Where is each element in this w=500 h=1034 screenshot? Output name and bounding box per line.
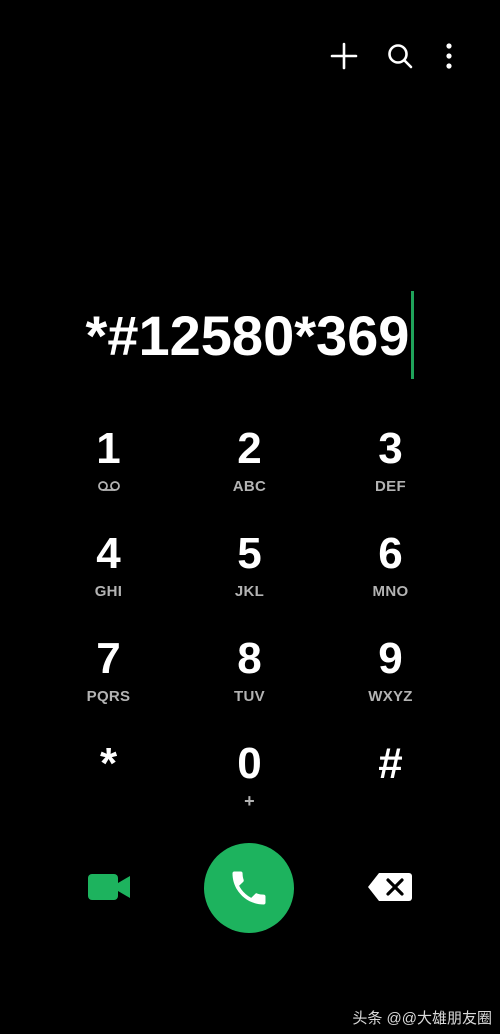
- key-7[interactable]: 7 PQRS: [38, 630, 179, 735]
- key-digit: 4: [96, 529, 121, 578]
- add-icon: [330, 42, 358, 70]
- key-letters: DEF: [375, 477, 406, 495]
- key-letters: GHI: [94, 582, 123, 600]
- key-letters: JKL: [234, 582, 265, 600]
- key-2[interactable]: 2 ABC: [179, 420, 320, 525]
- action-row: [0, 840, 500, 934]
- key-digit: 1: [96, 424, 121, 473]
- text-cursor: [411, 291, 415, 379]
- key-4[interactable]: 4 GHI: [38, 525, 179, 630]
- key-digit: 6: [378, 529, 403, 578]
- backspace-button[interactable]: [364, 867, 416, 907]
- phone-icon: [232, 871, 266, 905]
- dialed-number: *#12580*369: [85, 303, 410, 367]
- voicemail-icon: [97, 477, 121, 495]
- add-button[interactable]: [326, 38, 362, 74]
- dial-keypad: 1 2 ABC 3 DEF 4 GHI 5 JKL 6 MNO 7 PQRS 8…: [38, 420, 462, 840]
- key-digit: 0: [237, 739, 262, 788]
- more-options-button[interactable]: [431, 38, 467, 74]
- call-button[interactable]: [204, 843, 294, 933]
- backspace-icon: [368, 873, 412, 901]
- key-1[interactable]: 1: [38, 420, 179, 525]
- video-call-icon: [88, 874, 130, 900]
- key-digit: 7: [96, 634, 121, 683]
- key-digit: 5: [237, 529, 262, 578]
- number-display[interactable]: *#12580*369: [0, 291, 500, 379]
- key-star[interactable]: *: [38, 735, 179, 840]
- key-letters: ABC: [232, 477, 267, 495]
- key-letters: TUV: [234, 687, 265, 705]
- watermark: 头条 @@大雄朋友圈: [352, 1010, 492, 1027]
- video-call-button[interactable]: [84, 867, 134, 907]
- key-8[interactable]: 8 TUV: [179, 630, 320, 735]
- key-digit: 2: [237, 424, 262, 473]
- key-5[interactable]: 5 JKL: [179, 525, 320, 630]
- more-icon: [446, 43, 452, 69]
- key-letters: +: [244, 790, 255, 811]
- key-hash[interactable]: #: [320, 735, 461, 840]
- search-button[interactable]: [382, 38, 418, 74]
- search-icon: [388, 44, 413, 69]
- key-letters: WXYZ: [368, 687, 413, 705]
- key-0[interactable]: 0 +: [179, 735, 320, 840]
- key-6[interactable]: 6 MNO: [320, 525, 461, 630]
- key-digit: #: [378, 739, 403, 788]
- key-9[interactable]: 9 WXYZ: [320, 630, 461, 735]
- key-3[interactable]: 3 DEF: [320, 420, 461, 525]
- key-digit: 8: [237, 634, 262, 683]
- key-letters: PQRS: [86, 687, 131, 705]
- key-digit: 9: [378, 634, 403, 683]
- key-digit: 3: [378, 424, 403, 473]
- key-letters: MNO: [372, 582, 409, 600]
- key-digit: *: [99, 739, 118, 788]
